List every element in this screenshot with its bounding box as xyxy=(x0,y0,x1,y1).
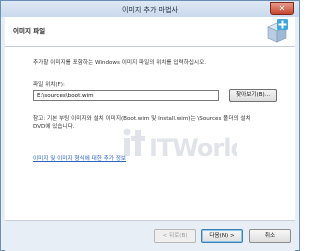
wizard-server-add-icon xyxy=(267,19,288,43)
more-info-link[interactable]: 이미지 및 이미지 형식에 대한 추가 정보 xyxy=(33,154,126,162)
note-line-1: 참고: 기본 부팅 이미지와 설치 이미지(Boot.wim 및 Install… xyxy=(33,116,251,122)
wizard-footer: < 뒤로(B) 다음(N) > 취소 xyxy=(5,220,295,251)
svg-text:ITWorld: ITWorld xyxy=(149,134,237,162)
wizard-content: 추가할 이미지를 포함하는 Windows 이미지 파일의 위치를 입력하십시오… xyxy=(5,47,295,220)
cancel-button[interactable]: 취소 xyxy=(249,229,291,243)
file-location-input[interactable] xyxy=(33,90,219,101)
next-button[interactable]: 다음(N) > xyxy=(201,229,243,243)
browse-button[interactable]: 찾아보기(B)... xyxy=(229,89,277,102)
instruction-text: 추가할 이미지를 포함하는 Windows 이미지 파일의 위치를 입력하십시오… xyxy=(33,60,206,66)
back-button[interactable]: < 뒤로(B) xyxy=(154,229,196,243)
file-location-label: 파일 위치(F): xyxy=(33,82,65,88)
title-bar: 이미지 추가 마법사 ✕ xyxy=(1,1,299,17)
close-button[interactable]: ✕ xyxy=(270,2,294,15)
page-title: 이미지 파일 xyxy=(13,27,46,35)
itworld-watermark-logo: ITWorld xyxy=(123,128,237,162)
window-title: 이미지 추가 마법사 xyxy=(122,6,178,14)
wizard-window: 이미지 추가 마법사 ✕ 이미지 파일 추가할 이미지를 포함하는 Window… xyxy=(0,0,300,251)
wizard-header: 이미지 파일 xyxy=(5,17,295,47)
